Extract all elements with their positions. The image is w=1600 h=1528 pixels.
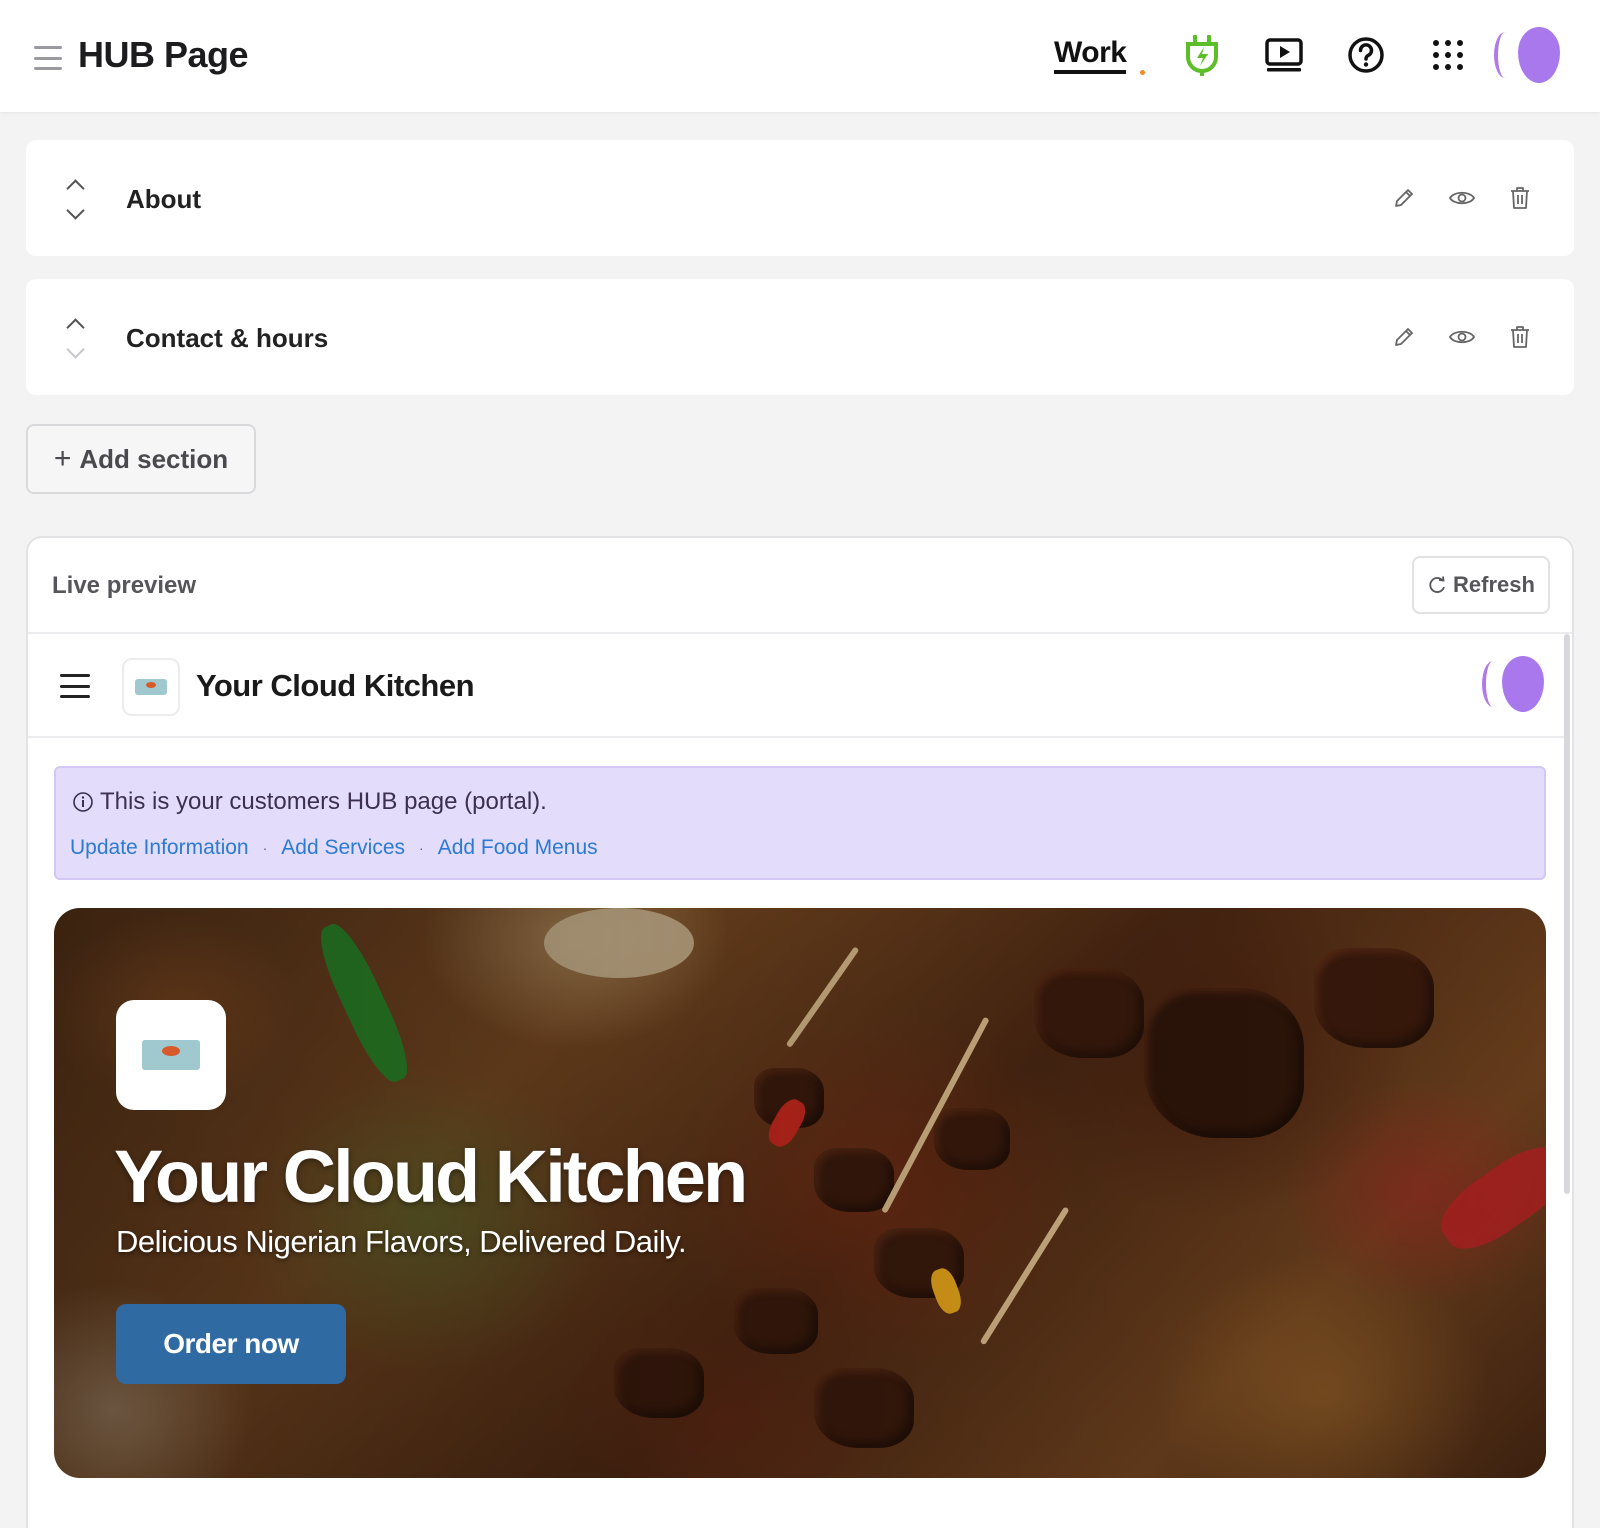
live-preview-panel: Live preview Refresh Your Cloud Kitchen …: [26, 536, 1574, 1528]
site-menu-icon[interactable]: [60, 674, 90, 698]
reorder-controls: [66, 313, 88, 365]
hub-notice-banner: This is your customers HUB page (portal)…: [54, 766, 1546, 880]
hero-subtitle: Delicious Nigerian Flavors, Delivered Da…: [116, 1224, 687, 1259]
order-now-button[interactable]: Order now: [116, 1304, 346, 1384]
notice-text: This is your customers HUB page (portal)…: [100, 788, 547, 815]
site-logo[interactable]: [122, 658, 180, 716]
refresh-button[interactable]: Refresh: [1412, 556, 1550, 614]
info-icon: [73, 792, 93, 812]
chevron-down-icon[interactable]: [66, 201, 85, 220]
work-status-dot: [1140, 70, 1145, 75]
section-card-about: About: [26, 140, 1574, 256]
pencil-icon[interactable]: [1388, 321, 1420, 353]
chevron-up-icon[interactable]: [66, 179, 85, 198]
refresh-icon: [1429, 576, 1445, 593]
user-avatar[interactable]: [1494, 27, 1560, 85]
hero-logo: [116, 1000, 226, 1110]
pencil-icon[interactable]: [1388, 182, 1420, 214]
page-title: HUB Page: [78, 34, 249, 75]
chevron-up-icon[interactable]: [66, 318, 85, 337]
site-user-avatar[interactable]: [1482, 656, 1544, 714]
trash-icon[interactable]: [1504, 182, 1536, 214]
help-icon[interactable]: [1344, 33, 1388, 77]
add-section-label: Add section: [79, 443, 229, 474]
site-name: Your Cloud Kitchen: [196, 668, 475, 703]
top-bar: HUB Page Work: [0, 0, 1600, 112]
add-services-link[interactable]: Add Services: [281, 836, 405, 860]
update-information-link[interactable]: Update Information: [70, 836, 249, 860]
hero-title: Your Cloud Kitchen: [114, 1135, 748, 1218]
section-title: Contact & hours: [126, 323, 329, 353]
refresh-label: Refresh: [1453, 572, 1535, 597]
site-navbar: Your Cloud Kitchen: [28, 634, 1566, 738]
eye-icon[interactable]: [1446, 182, 1478, 214]
eye-icon[interactable]: [1446, 321, 1478, 353]
live-preview-header: Live preview Refresh: [28, 538, 1572, 634]
plug-icon[interactable]: [1180, 33, 1224, 77]
chevron-down-icon: [66, 340, 85, 359]
reorder-controls: [66, 174, 88, 226]
add-section-button[interactable]: + Add section: [26, 424, 256, 494]
preview-scrollbar[interactable]: [1564, 634, 1570, 1194]
add-food-menus-link[interactable]: Add Food Menus: [438, 836, 598, 860]
live-preview-label: Live preview: [52, 572, 197, 599]
hamburger-menu-icon[interactable]: [34, 46, 62, 70]
work-link[interactable]: Work: [1054, 36, 1127, 74]
section-card-contact-hours: Contact & hours: [26, 279, 1574, 395]
section-title: About: [126, 184, 202, 214]
plus-icon: +: [53, 442, 72, 475]
hero-banner: Your Cloud Kitchen Delicious Nigerian Fl…: [54, 908, 1546, 1478]
video-player-icon[interactable]: [1262, 33, 1306, 77]
trash-icon[interactable]: [1504, 321, 1536, 353]
apps-grid-icon[interactable]: [1426, 33, 1470, 77]
